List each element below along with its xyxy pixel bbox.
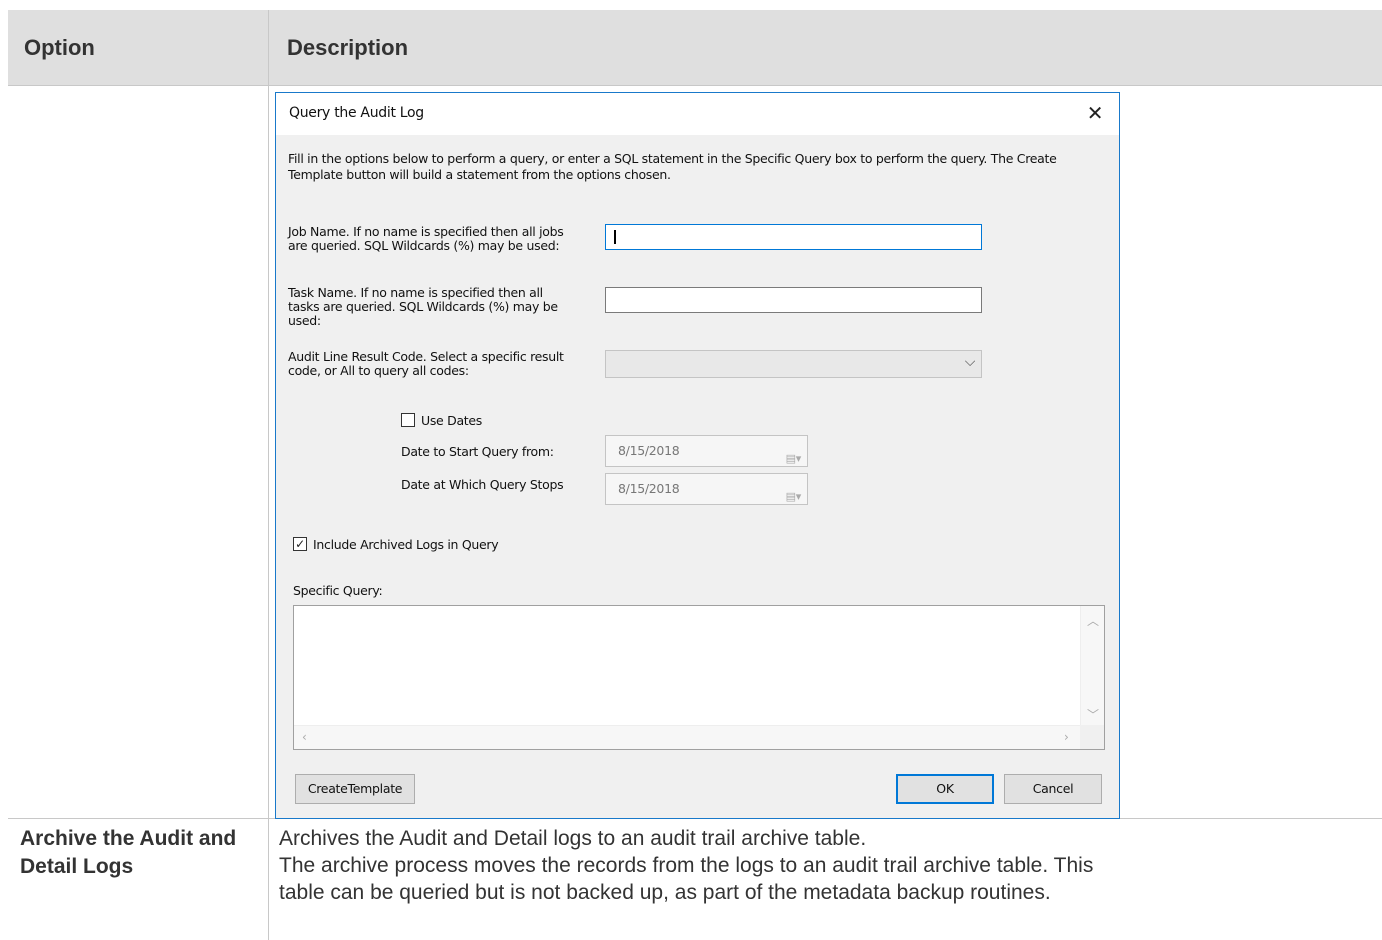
- task-name-label: Task Name. If no name is specified then …: [288, 285, 558, 328]
- include-archived-label: Include Archived Logs in Query: [313, 537, 499, 552]
- ok-button[interactable]: OK: [896, 774, 994, 804]
- use-dates-label: Use Dates: [421, 413, 483, 428]
- create-template-button[interactable]: CreateTemplate: [295, 774, 415, 804]
- job-name-label: Job Name. If no name is specified then a…: [288, 224, 564, 253]
- include-archived-checkbox[interactable]: ✓: [293, 537, 307, 551]
- close-icon[interactable]: ✕: [1081, 99, 1109, 127]
- description-line: Archives the Audit and Detail logs to an…: [279, 827, 867, 850]
- text-caret: [614, 230, 616, 244]
- cancel-button[interactable]: Cancel: [1004, 774, 1102, 804]
- start-date-label: Date to Start Query from:: [401, 444, 554, 459]
- chevron-down-icon: ⌵: [964, 354, 976, 370]
- scrollbar-corner: [1080, 725, 1104, 749]
- stop-date-value: 8/15/2018: [618, 481, 680, 496]
- vertical-scrollbar[interactable]: ︿ ﹀: [1080, 606, 1104, 726]
- dialog-instructions: Fill in the options below to perform a q…: [288, 151, 1057, 182]
- scroll-up-icon[interactable]: ︿: [1087, 612, 1099, 629]
- dialog-titlebar: Query the Audit Log ✕: [276, 93, 1119, 135]
- start-date-picker[interactable]: 8/15/2018 ▤▾: [605, 435, 808, 467]
- horizontal-scrollbar[interactable]: ‹ ›: [294, 725, 1080, 749]
- dialog-title: Query the Audit Log: [289, 105, 424, 121]
- task-name-input[interactable]: [605, 287, 982, 313]
- calendar-icon: ▤▾: [785, 452, 802, 465]
- stop-date-picker[interactable]: 8/15/2018 ▤▾: [605, 473, 808, 505]
- job-name-input[interactable]: [605, 224, 982, 250]
- specific-query-label: Specific Query:: [293, 583, 383, 598]
- calendar-icon: ▤▾: [785, 490, 802, 503]
- use-dates-checkbox[interactable]: [401, 413, 415, 427]
- description-line: table can be queried but is not backed u…: [279, 881, 1051, 904]
- result-code-select[interactable]: ⌵: [605, 350, 982, 378]
- checkmark-icon: ✓: [295, 537, 305, 551]
- start-date-value: 8/15/2018: [618, 443, 680, 458]
- query-audit-log-dialog: Query the Audit Log ✕ Fill in the option…: [275, 92, 1120, 819]
- stop-date-label: Date at Which Query Stops: [401, 477, 564, 492]
- description-line: The archive process moves the records fr…: [279, 854, 1094, 877]
- scroll-left-icon[interactable]: ‹: [302, 730, 307, 744]
- result-code-label: Audit Line Result Code. Select a specifi…: [288, 349, 564, 378]
- scroll-right-icon[interactable]: ›: [1064, 730, 1069, 744]
- specific-query-textarea[interactable]: ︿ ﹀ ‹ ›: [293, 605, 1105, 750]
- header-description: Description: [287, 35, 409, 60]
- column-divider: [268, 10, 269, 940]
- header-option: Option: [24, 35, 95, 60]
- option-archive-logs: Archive the Audit and Detail Logs: [20, 827, 237, 878]
- table-header: Option Description: [8, 10, 1382, 86]
- description-archive-logs: Archives the Audit and Detail logs to an…: [279, 825, 1374, 906]
- scroll-down-icon[interactable]: ﹀: [1087, 706, 1099, 723]
